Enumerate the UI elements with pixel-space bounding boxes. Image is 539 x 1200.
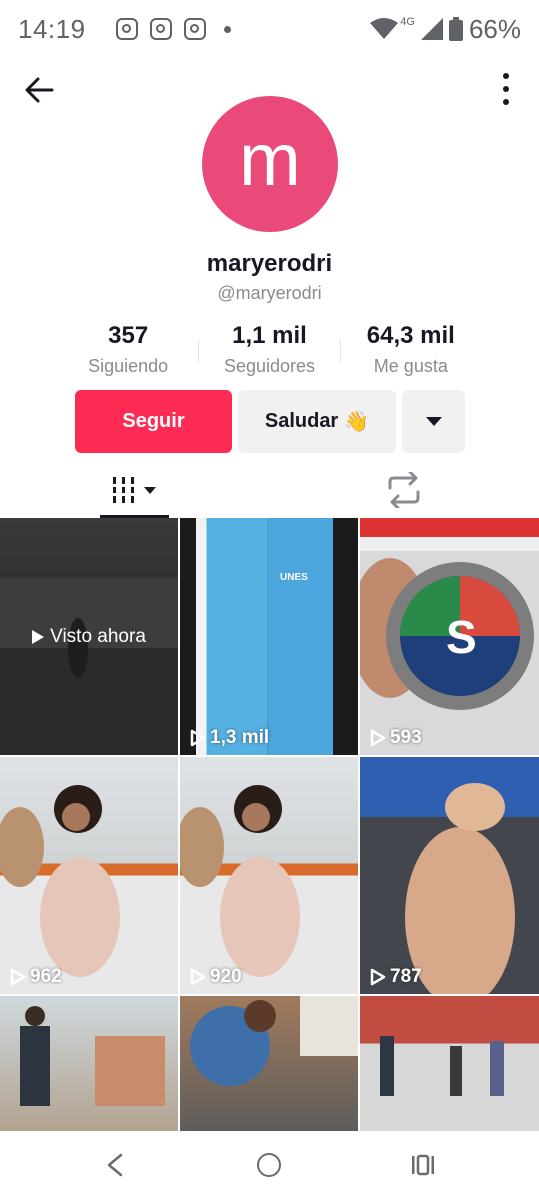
view-count: 787 bbox=[370, 966, 422, 988]
video-grid: Visto ahora UNES 1,3 mil S 593 962 920 7… bbox=[0, 518, 539, 1200]
thumbnail-image: S bbox=[360, 558, 534, 710]
view-count: 920 bbox=[190, 966, 242, 988]
instagram-icon bbox=[183, 18, 206, 40]
view-count: 962 bbox=[10, 966, 62, 988]
video-thumbnail[interactable]: 920 bbox=[180, 757, 358, 994]
thumbnail-image bbox=[180, 785, 300, 977]
profile-tabs bbox=[0, 462, 539, 518]
system-navigation-bar bbox=[0, 1131, 539, 1200]
video-thumbnail[interactable]: Visto ahora bbox=[0, 518, 178, 755]
play-outline-icon bbox=[370, 729, 386, 747]
view-count-value: 787 bbox=[390, 966, 422, 987]
instagram-icon bbox=[149, 18, 172, 40]
back-arrow-icon[interactable] bbox=[22, 72, 58, 108]
profile-actions: Seguir Saludar 👋 bbox=[75, 390, 465, 453]
repost-icon[interactable] bbox=[384, 472, 424, 508]
wave-emoji: 👋 bbox=[344, 411, 370, 433]
message-button[interactable]: Saludar 👋 bbox=[238, 390, 396, 453]
stat-following-value: 357 bbox=[108, 322, 149, 349]
thumbnail-caption: S bbox=[446, 611, 477, 663]
view-count-value: 962 bbox=[30, 966, 62, 987]
avatar-letter: m bbox=[239, 117, 301, 201]
play-outline-icon bbox=[190, 729, 206, 747]
suggested-accounts-button[interactable] bbox=[402, 390, 465, 453]
status-bar: 14:19 4G 66% bbox=[0, 0, 539, 58]
stat-following[interactable]: 357 Siguiendo bbox=[58, 322, 198, 377]
system-icons: 4G 66% bbox=[370, 14, 521, 45]
thumbnail-image: UNES bbox=[267, 518, 308, 755]
caret-down-icon bbox=[425, 416, 442, 426]
stat-followers[interactable]: 1,1 mil Seguidores bbox=[199, 322, 339, 377]
video-thumbnail[interactable]: UNES 1,3 mil bbox=[180, 518, 358, 755]
play-outline-icon bbox=[370, 968, 386, 986]
play-icon bbox=[32, 629, 45, 644]
signal-icon bbox=[420, 18, 443, 40]
video-thumbnail[interactable]: 787 bbox=[360, 757, 539, 994]
more-notifications-dot bbox=[223, 25, 231, 33]
more-options-icon[interactable] bbox=[501, 72, 511, 106]
thumbnail-image bbox=[360, 783, 539, 994]
nav-back-icon[interactable] bbox=[103, 1151, 127, 1179]
view-count-value: 593 bbox=[390, 727, 422, 748]
profile-stats: 357 Siguiendo 1,1 mil Seguidores 64,3 mi… bbox=[58, 322, 481, 377]
view-count: 593 bbox=[370, 727, 422, 749]
video-grid-icon bbox=[110, 477, 156, 503]
nav-recents-icon[interactable] bbox=[410, 1153, 436, 1177]
thumbnail-image bbox=[0, 785, 120, 977]
battery-percent: 66% bbox=[468, 13, 521, 44]
play-outline-icon bbox=[190, 968, 206, 986]
status-time: 14:19 bbox=[18, 13, 86, 44]
stat-likes-value: 64,3 mil bbox=[366, 322, 455, 349]
avatar[interactable]: m bbox=[202, 96, 338, 232]
profile-handle: @maryerodri bbox=[217, 283, 322, 303]
nav-home-icon[interactable] bbox=[257, 1153, 281, 1177]
instagram-icon bbox=[115, 18, 138, 40]
view-count-value: 1,3 mil bbox=[210, 727, 270, 748]
tab-videos[interactable] bbox=[100, 462, 169, 518]
thumbnail-caption: UNES bbox=[280, 572, 308, 583]
follow-button[interactable]: Seguir bbox=[75, 390, 232, 453]
watched-now-label: Visto ahora bbox=[50, 625, 146, 647]
video-thumbnail[interactable]: 962 bbox=[0, 757, 178, 994]
view-count-value: 920 bbox=[210, 966, 242, 987]
stat-followers-label: Seguidores bbox=[223, 356, 316, 376]
wifi-icon bbox=[370, 18, 399, 39]
view-count: 1,3 mil bbox=[190, 727, 269, 749]
profile-username: maryerodri bbox=[206, 250, 333, 277]
battery-icon bbox=[448, 17, 463, 41]
network-type: 4G bbox=[400, 16, 415, 28]
stat-following-label: Siguiendo bbox=[88, 356, 169, 376]
play-outline-icon bbox=[10, 968, 26, 986]
message-button-label: Saludar bbox=[264, 410, 339, 432]
stat-followers-value: 1,1 mil bbox=[232, 322, 307, 349]
watched-now-overlay: Visto ahora bbox=[0, 518, 178, 755]
stat-likes[interactable]: 64,3 mil Me gusta bbox=[341, 322, 481, 377]
stat-likes-label: Me gusta bbox=[373, 356, 448, 376]
video-thumbnail[interactable]: S 593 bbox=[360, 518, 539, 755]
notification-icons bbox=[115, 18, 231, 40]
